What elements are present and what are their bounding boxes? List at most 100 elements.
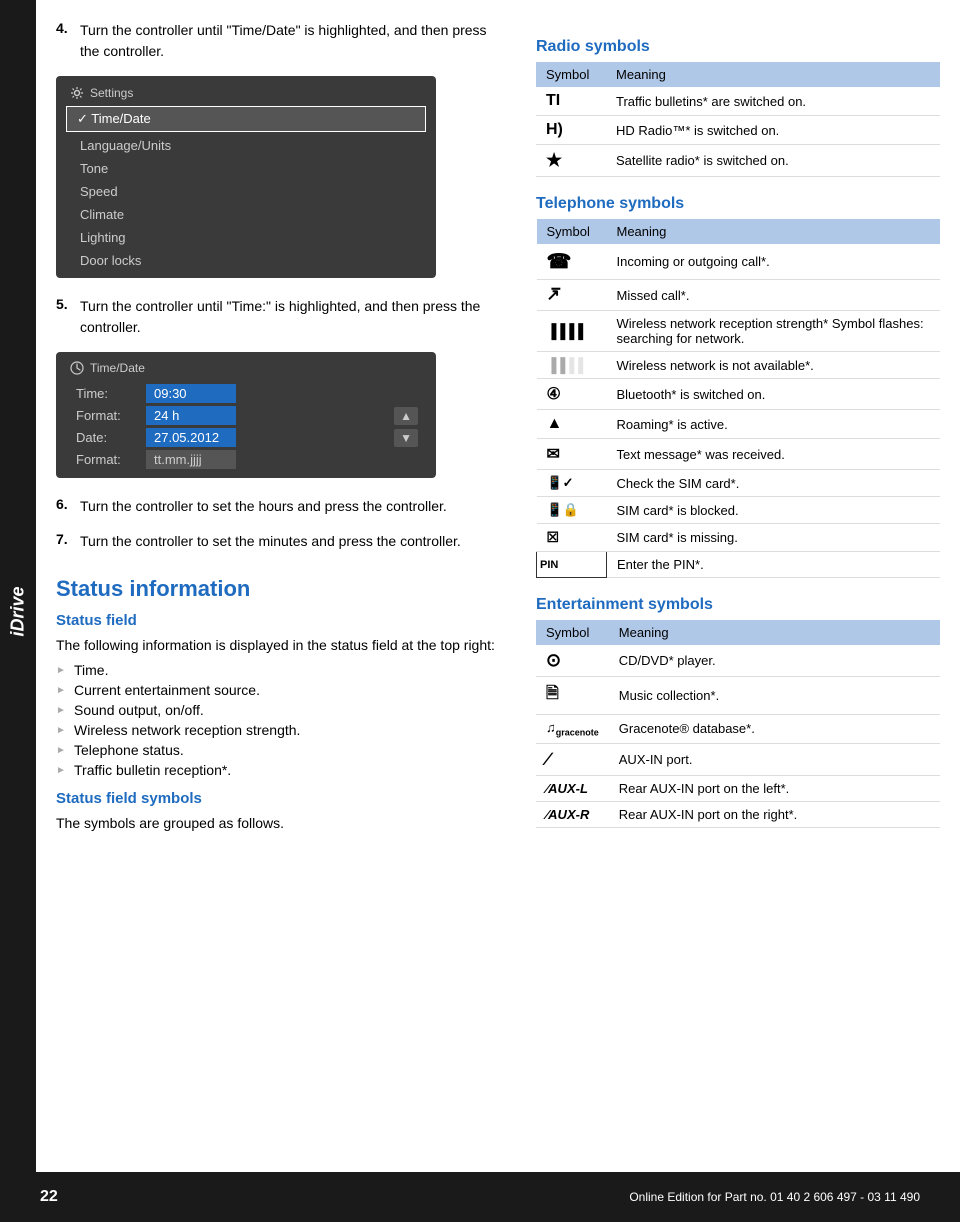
time-label-format1: Format: [76, 408, 146, 423]
table-row: H) HD Radio™* is switched on. [536, 116, 940, 145]
tel-sym-call: ☎ [537, 244, 607, 280]
radio-col-meaning: Meaning [606, 62, 940, 87]
tel-col-meaning: Meaning [607, 219, 941, 244]
side-tab: iDrive [0, 0, 36, 1222]
radio-sym-hd: H) [536, 116, 606, 145]
table-row: ▐▐▐▐ Wireless network is not available*. [537, 352, 941, 379]
status-field-subheading: Status field [56, 612, 506, 629]
bullet-arrow-2: ► [56, 685, 66, 696]
bullet-wireless: ► Wireless network reception strength. [56, 722, 506, 738]
tel-sym-missing-sim: ☒ [537, 524, 607, 552]
settings-screenshot: Settings ✓ Time/Date Language/Units Tone… [56, 76, 436, 278]
ent-col-symbol: Symbol [536, 620, 609, 645]
ent-sym-aux-r: ∕AUX-R [536, 801, 609, 827]
menu-item-language: Language/Units [56, 134, 436, 157]
bullet-time: ► Time. [56, 662, 506, 678]
table-row: ▐▐▐▐ Wireless network reception strength… [537, 311, 941, 352]
step-6-text: Turn the controller to set the hours and… [80, 496, 447, 517]
table-row: 🗎 Music collection*. [536, 677, 940, 715]
ent-sym-aux-l: ∕AUX-L [536, 775, 609, 801]
settings-title-text: Settings [90, 86, 133, 100]
step-7-text: Turn the controller to set the minutes a… [80, 531, 461, 552]
table-row: ♫gracenote Gracenote® database*. [536, 715, 940, 744]
bullet-entertainment: ► Current entertainment source. [56, 682, 506, 698]
status-field-text: The following information is displayed i… [56, 635, 506, 656]
step-5-number: 5. [56, 296, 72, 338]
tel-sym-blocked-sim: 📱🔒 [537, 497, 607, 524]
step-6-number: 6. [56, 496, 72, 517]
table-row: ∕AUX-L Rear AUX-IN port on the left*. [536, 775, 940, 801]
menu-item-highlighted: ✓ Time/Date [66, 106, 426, 132]
bullet-text-2: Current entertainment source. [74, 682, 260, 698]
ent-mean-aux-l: Rear AUX-IN port on the left*. [609, 775, 940, 801]
ent-mean-gracenote: Gracenote® database*. [609, 715, 940, 744]
tel-mean-sms: Text message* was received. [607, 439, 941, 470]
ent-mean-aux-r: Rear AUX-IN port on the right*. [609, 801, 940, 827]
radio-section-title: Radio symbols [536, 38, 940, 56]
nav-arrow-up[interactable]: ▲ [394, 407, 418, 425]
menu-item-lighting: Lighting [56, 226, 436, 249]
bullet-text-4: Wireless network reception strength. [74, 722, 300, 738]
menu-item-speed: Speed [56, 180, 436, 203]
radio-symbol-table: Symbol Meaning TI Traffic bulletins* are… [536, 62, 940, 177]
step-7: 7. Turn the controller to set the minute… [56, 531, 506, 552]
radio-sym-sat: ★ [536, 145, 606, 177]
radio-mean-sat: Satellite radio* is switched on. [606, 145, 940, 177]
table-row: ④ Bluetooth* is switched on. [537, 379, 941, 410]
table-row: ☎ Incoming or outgoing call*. [537, 244, 941, 280]
bullet-arrow-3: ► [56, 705, 66, 716]
table-row: ∕AUX-R Rear AUX-IN port on the right*. [536, 801, 940, 827]
page-number: 22 [40, 1188, 58, 1206]
tel-mean-bt: Bluetooth* is switched on. [607, 379, 941, 410]
table-row: ☒ SIM card* is missing. [537, 524, 941, 552]
table-row: PIN Enter the PIN*. [537, 552, 941, 578]
tel-mean-pin: Enter the PIN*. [607, 552, 941, 578]
bullet-arrow-4: ► [56, 725, 66, 736]
status-symbols-subheading: Status field symbols [56, 790, 506, 807]
time-value-format1: 24 h [146, 406, 236, 425]
time-label-time: Time: [76, 386, 146, 401]
ent-mean-cd: CD/DVD* player. [609, 645, 940, 677]
step-4-text: Turn the controller until "Time/Date" is… [80, 20, 506, 62]
bullet-text-1: Time. [74, 662, 108, 678]
tel-sym-missed: ↗̅ [537, 280, 607, 311]
time-row-format1: Format: 24 h [76, 406, 376, 425]
tel-sym-roam: ▲ [537, 410, 607, 439]
status-symbols-text: The symbols are grouped as follows. [56, 813, 506, 834]
entertainment-section-title: Entertainment symbols [536, 596, 940, 614]
tel-mean-check-sim: Check the SIM card*. [607, 470, 941, 497]
table-row: 📱✓ Check the SIM card*. [537, 470, 941, 497]
bullet-arrow-5: ► [56, 745, 66, 756]
radio-sym-ti: TI [536, 87, 606, 116]
bullet-text-6: Traffic bulletin reception*. [74, 762, 231, 778]
step-5: 5. Turn the controller until "Time:" is … [56, 296, 506, 338]
status-bullet-list: ► Time. ► Current entertainment source. … [56, 662, 506, 778]
time-value-date: 27.05.2012 [146, 428, 236, 447]
tel-mean-roam: Roaming* is active. [607, 410, 941, 439]
tel-mean-missing-sim: SIM card* is missing. [607, 524, 941, 552]
right-column: Radio symbols Symbol Meaning TI Traffic … [536, 20, 940, 846]
bullet-traffic: ► Traffic bulletin reception*. [56, 762, 506, 778]
nav-arrow-down[interactable]: ▼ [394, 429, 418, 447]
timepicker-title: Time/Date [66, 358, 426, 381]
ent-sym-gracenote: ♫gracenote [536, 715, 609, 744]
tel-sym-check-sim: 📱✓ [537, 470, 607, 497]
step-5-text: Turn the controller until "Time:" is hig… [80, 296, 506, 338]
time-row-format2: Format: tt.mm.jjjj [76, 450, 376, 469]
table-row: ★ Satellite radio* is switched on. [536, 145, 940, 177]
ent-mean-aux: AUX-IN port. [609, 743, 940, 775]
tel-sym-bt: ④ [537, 379, 607, 410]
bullet-text-3: Sound output, on/off. [74, 702, 204, 718]
tel-col-symbol: Symbol [537, 219, 607, 244]
tel-mean-call: Incoming or outgoing call*. [607, 244, 941, 280]
side-tab-label: iDrive [8, 586, 29, 636]
time-value-format2: tt.mm.jjjj [146, 450, 236, 469]
tel-sym-signal: ▐▐▐▐ [537, 311, 607, 352]
time-value-time: 09:30 [146, 384, 236, 403]
gear-icon [70, 86, 84, 100]
bullet-telephone: ► Telephone status. [56, 742, 506, 758]
tel-mean-missed: Missed call*. [607, 280, 941, 311]
time-row-time: Time: 09:30 [76, 384, 376, 403]
telephone-section-title: Telephone symbols [536, 195, 940, 213]
menu-item-doorlocks: Door locks [56, 249, 436, 272]
